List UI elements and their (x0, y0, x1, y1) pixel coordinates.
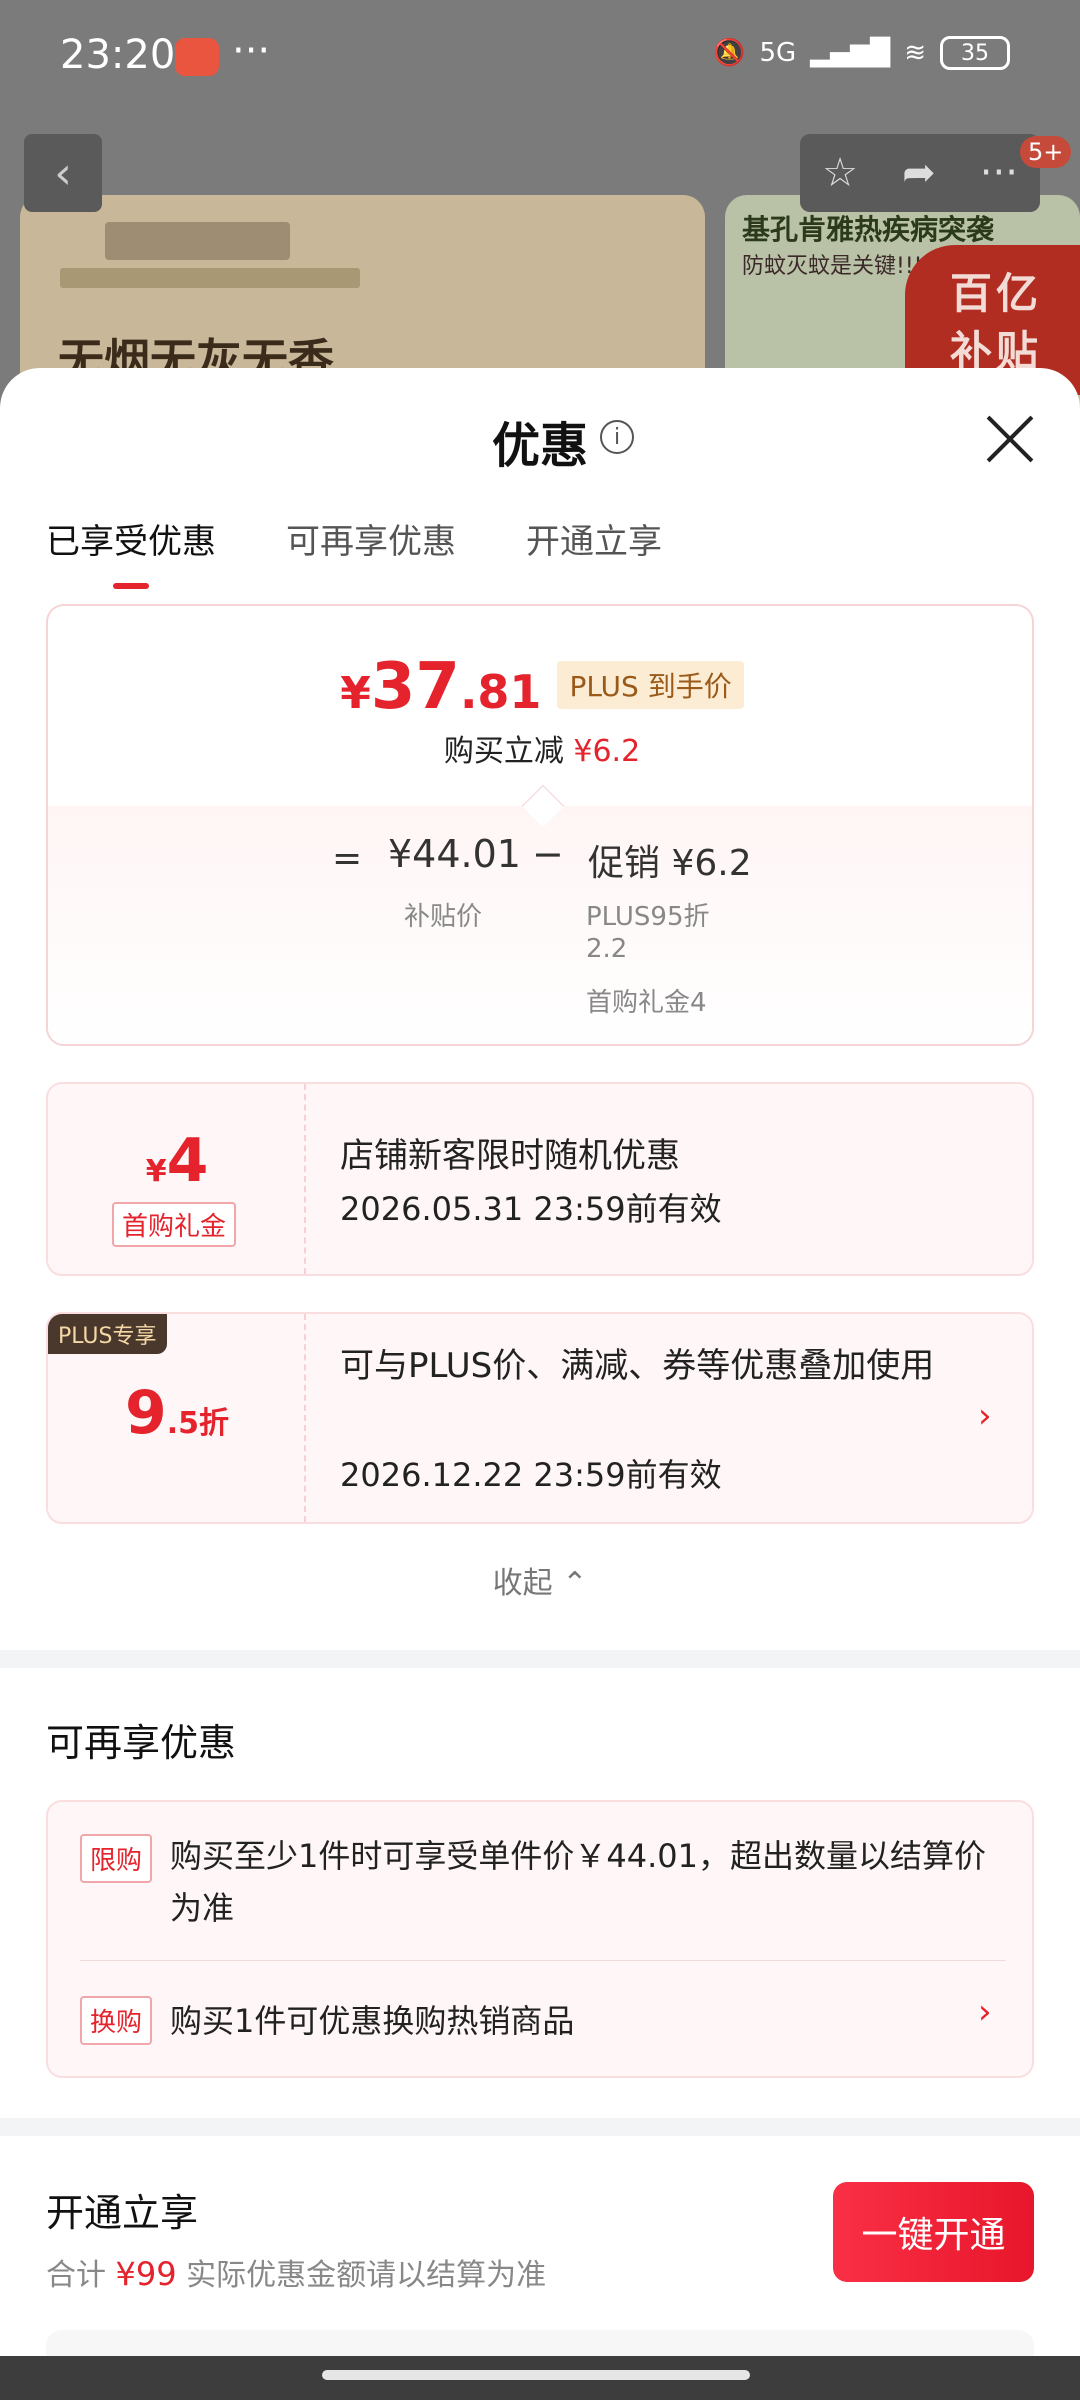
sheet-title: 优惠 (491, 418, 588, 474)
promo-detail-plus-value: 2.2 (586, 934, 628, 964)
top-actions-bar: ☆ ➦ ··· (800, 134, 1040, 212)
wifi-icon: ≋ (904, 38, 926, 68)
mute-icon: 🔕 (713, 38, 746, 68)
instant-discount-label: 购买立减 (443, 734, 564, 769)
favorite-star-icon[interactable]: ☆ (822, 150, 858, 196)
background-brand-logo (105, 222, 290, 260)
promo-detail-first-gift: 首购礼金4 (586, 988, 707, 1018)
status-time: 23:20 (60, 32, 176, 78)
more-offers-title: 可再享优惠 (46, 1721, 237, 1765)
background-brand-strip (60, 268, 360, 288)
total-value: ¥99 (115, 2255, 177, 2293)
subsidy-price: ¥44.01 (388, 832, 521, 876)
purchase-limit-text: 购买至少1件时可享受单件价￥44.01，超出数量以结算价为准 (170, 1837, 986, 1927)
one-click-open-button[interactable]: 一键开通 (833, 2182, 1034, 2282)
tab-enjoyed-offers[interactable]: 已享受优惠 (46, 514, 216, 589)
instant-discount-value: ¥6.2 (573, 734, 641, 769)
price-integer: 37 (370, 650, 460, 724)
coupon-first-purchase[interactable]: ¥4 首购礼金 店铺新客限时随机优惠 2026.05.31 23:59前有效 (46, 1082, 1034, 1276)
home-gesture-handle[interactable] (322, 2370, 750, 2380)
app-notification-icon (175, 38, 219, 76)
offers-sheet: 优惠 i 已享受优惠 可再享优惠 开通立享 ¥ 37 .81 PLUS 到手价 … (0, 368, 1080, 2400)
share-icon[interactable]: ➦ (902, 150, 936, 196)
offer-tabs: 已享受优惠 可再享优惠 开通立享 (46, 514, 662, 589)
more-options-icon[interactable]: ··· (980, 150, 1018, 196)
signal-icon: ▂▄▆█ (810, 38, 891, 68)
promo-detail-plus: PLUS95折 (586, 902, 710, 932)
coupon-amount: ¥4 (145, 1126, 209, 1196)
coupon-type-tag: 首购礼金 (112, 1202, 237, 1247)
network-label: 5G (759, 38, 797, 68)
tab-more-offers[interactable]: 可再享优惠 (286, 514, 456, 581)
collapse-button[interactable]: 收起 ⌃ (0, 1558, 1080, 1602)
battery-icon: 35 (940, 36, 1010, 70)
coupon-amount-area: PLUS专享 9.5折 (48, 1314, 306, 1522)
coupon-expiry: 2026.05.31 23:59前有效 (340, 1190, 722, 1228)
more-offers-card: 限购 购买至少1件时可享受单件价￥44.01，超出数量以结算价为准 换购 购买1… (46, 1800, 1034, 2078)
trade-in-text[interactable]: 购买1件可优惠换购热销商品 (170, 1996, 574, 2042)
coupon-title: 可与PLUS价、满减、券等优惠叠加使用 (340, 1346, 935, 1386)
total-note: 实际优惠金额请以结算为准 (186, 2258, 547, 2293)
promo-amount: 促销 ¥6.2 (588, 843, 752, 884)
coupon-amount-area: ¥4 首购礼金 (48, 1084, 306, 1274)
minus-sign: − (532, 832, 564, 876)
info-icon[interactable]: i (600, 420, 634, 454)
section-divider (0, 1650, 1080, 1668)
subsidy-price-label: 补贴价 (404, 902, 483, 932)
back-button[interactable]: ‹ (24, 134, 102, 212)
row-divider (80, 1960, 1006, 1961)
open-now-summary: 合计 ¥99 实际优惠金额请以结算为准 (46, 2250, 546, 2294)
plus-price-tag: PLUS 到手价 (557, 661, 744, 709)
price-breakdown-card: ¥ 37 .81 PLUS 到手价 购买立减 ¥6.2 = ¥44.01 − 促… (46, 604, 1034, 1046)
open-now-title: 开通立享 (46, 2191, 199, 2235)
section-divider (0, 2118, 1080, 2136)
background-right-title: 基孔肯雅热疾病突袭 (742, 213, 995, 246)
total-label: 合计 (46, 2258, 106, 2293)
status-bar: 23:20 ··· 🔕 5G ▂▄▆█ ≋ 35 (0, 0, 1080, 120)
status-indicators: 🔕 5G ▂▄▆█ ≋ 35 (713, 36, 1010, 70)
price-decimal: .81 (459, 665, 542, 719)
trade-in-tag: 换购 (80, 1996, 153, 2045)
background-tag-line1: 百亿 (950, 269, 1043, 318)
chevron-right-icon[interactable]: › (978, 1396, 992, 1436)
equals-sign: = (332, 838, 363, 879)
message-badge: 5+ (1020, 136, 1072, 168)
price-currency: ¥ (340, 668, 371, 719)
plus-exclusive-label: PLUS专享 (48, 1314, 167, 1354)
tab-open-now[interactable]: 开通立享 (526, 514, 662, 581)
purchase-limit-tag: 限购 (80, 1834, 153, 1883)
coupon-title: 店铺新客限时随机优惠 (340, 1136, 680, 1176)
more-notifications-icon: ··· (232, 28, 271, 74)
back-arrow-icon: ‹ (54, 147, 72, 199)
final-price: ¥ 37 .81 PLUS 到手价 (48, 650, 1032, 724)
instant-discount: 购买立减 ¥6.2 (48, 726, 1032, 770)
close-button[interactable] (980, 408, 1040, 468)
coupon-discount-rate: 9.5折 (124, 1378, 230, 1448)
chevron-right-icon[interactable]: › (978, 1992, 992, 2032)
background-right-sub: 防蚊灭蚊是关键!!! (742, 254, 923, 279)
coupon-expiry: 2026.12.22 23:59前有效 (340, 1456, 722, 1494)
coupon-plus-discount[interactable]: PLUS专享 9.5折 可与PLUS价、满减、券等优惠叠加使用 2026.12.… (46, 1312, 1034, 1524)
